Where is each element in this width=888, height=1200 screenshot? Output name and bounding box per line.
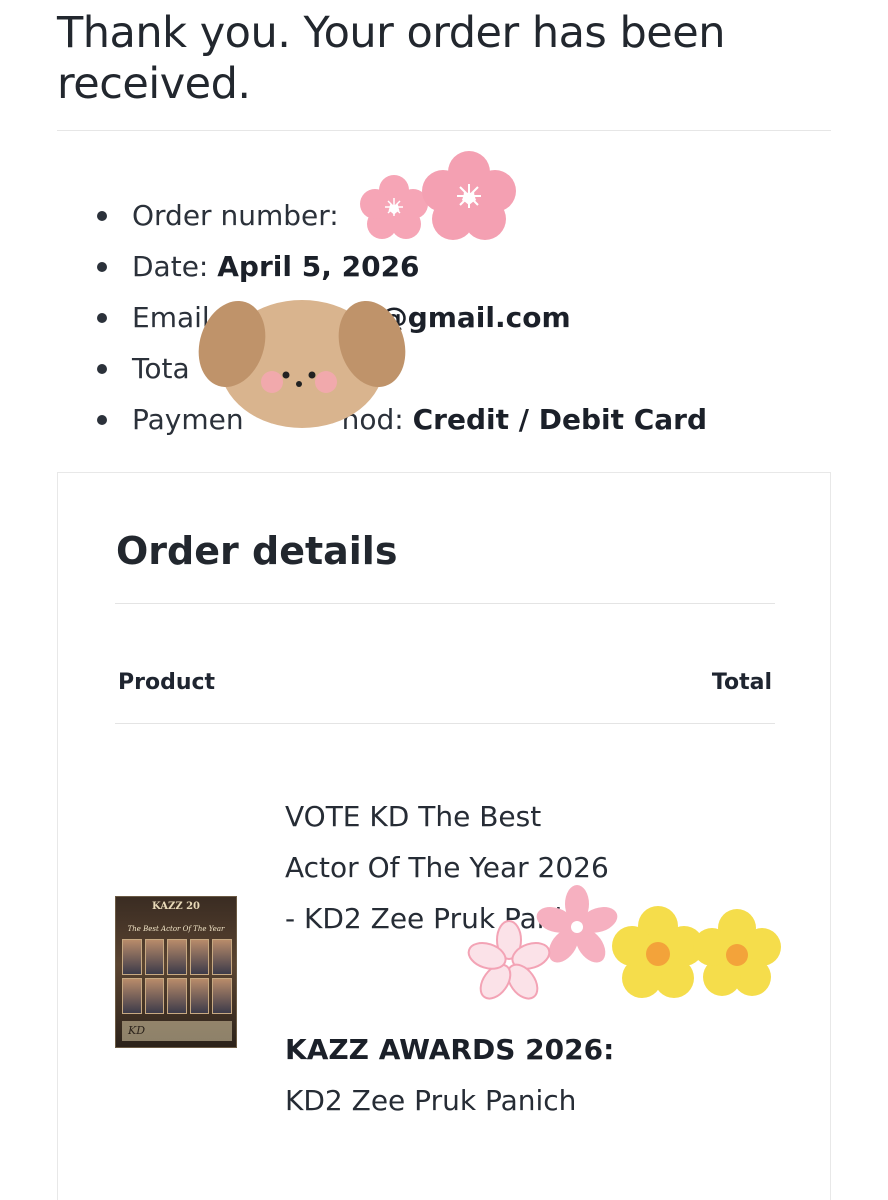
thumbnail-photo (189, 978, 210, 1014)
thumbnail-footer: KD (122, 1021, 232, 1041)
payment-method-value: Credit / Debit Card (412, 403, 708, 436)
thumbnail-photo (144, 939, 165, 975)
thank-you-heading: Thank you. Your order has been received. (57, 8, 725, 109)
thumbnail-photo-grid (122, 939, 232, 1014)
order-date-label: Date: (132, 250, 209, 283)
order-email-value: @gmail.com (379, 301, 571, 334)
thumbnail-photo (144, 978, 165, 1014)
order-total-label: Tota (132, 352, 190, 385)
thumbnail-photo (189, 939, 210, 975)
column-header-total: Total (711, 670, 772, 695)
divider (57, 130, 831, 131)
thumbnail-photo (122, 978, 142, 1014)
product-meta: KAZZ AWARDS 2026: KD2 Zee Pruk Panich (285, 1024, 615, 1126)
thumbnail-photo (122, 939, 142, 975)
order-received-page: Thank you. Your order has been received.… (0, 0, 888, 1200)
puppy-face-sticker (198, 300, 406, 428)
thumbnail-photo (212, 978, 232, 1014)
thumbnail-caption: The Best Actor Of The Year (127, 925, 225, 933)
product-meta-key: KAZZ AWARDS 2026: (285, 1033, 615, 1066)
divider (115, 603, 775, 604)
order-number-label: Order number: (132, 199, 339, 232)
thumbnail-photo (212, 939, 232, 975)
thumbnail-photo (167, 939, 187, 975)
column-header-product: Product (118, 670, 216, 695)
thumbnail-logo: KAZZ 20 (151, 901, 201, 912)
divider (115, 723, 775, 724)
yellow-flower-sticker-right (693, 909, 781, 996)
thumbnail-photo (167, 978, 187, 1014)
order-details-section: Order details Product Total KAZZ 20 The … (57, 472, 831, 1200)
pink-blossom-sticker-large (422, 151, 516, 240)
order-details-title: Order details (116, 529, 398, 573)
product-thumbnail[interactable]: KAZZ 20 The Best Actor Of The Year KD (115, 896, 237, 1048)
order-date-value: April 5, 2026 (217, 250, 420, 283)
sakura-sticker-lower (467, 920, 551, 1000)
product-meta-value: KD2 Zee Pruk Panich (285, 1084, 577, 1117)
